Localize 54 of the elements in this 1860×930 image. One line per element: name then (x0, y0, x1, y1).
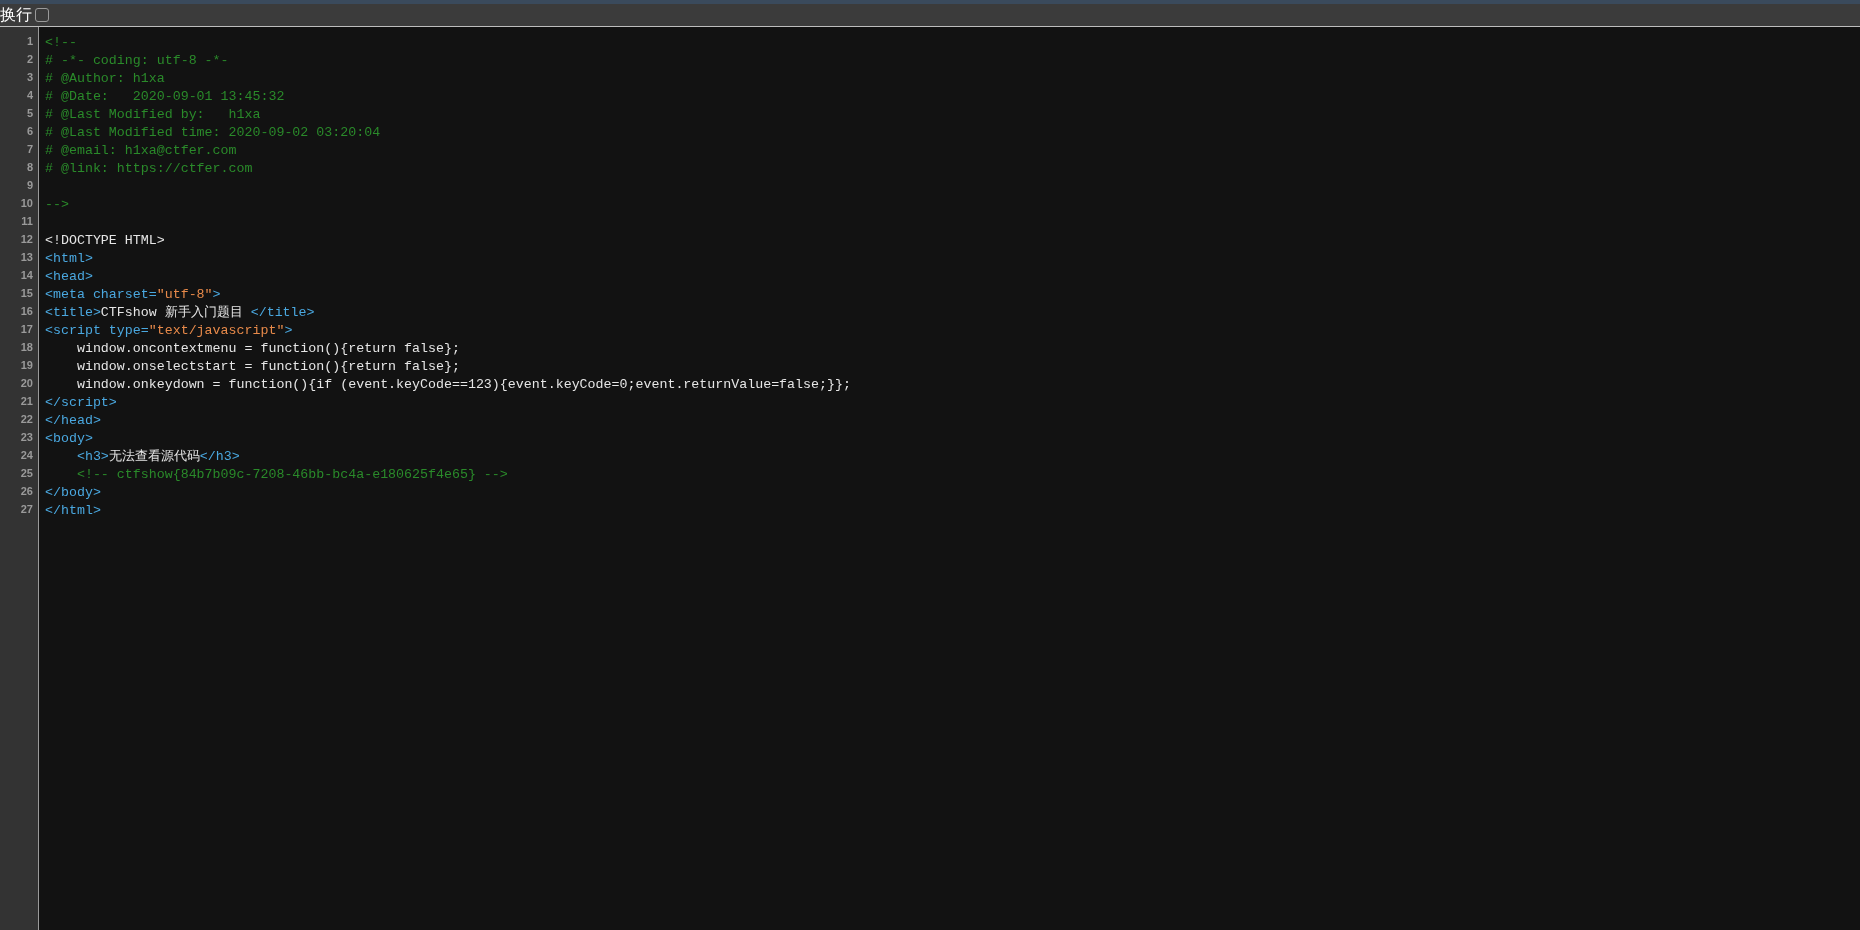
code-line: <body> (45, 431, 93, 446)
line-number: 27 (19, 502, 34, 517)
code-line: --> (45, 197, 69, 212)
code-line: </head> (45, 413, 101, 428)
code-line: # @link: https://ctfer.com (45, 161, 253, 176)
code-line: <html> (45, 251, 93, 266)
line-number: 5 (25, 106, 34, 121)
code-line: # @Date: 2020-09-01 13:45:32 (45, 89, 285, 104)
code-line: <h3>无法查看源代码</h3> (75, 449, 240, 464)
wrap-checkbox[interactable] (35, 8, 49, 22)
code-line: # @Last Modified time: 2020-09-02 03:20:04 (45, 125, 381, 140)
line-number: 24 (19, 448, 34, 463)
code-line: <!DOCTYPE HTML> (45, 233, 165, 248)
code-line: <title>CTFshow 新手入门题目 </title> (45, 305, 315, 320)
line-number: 25 (19, 466, 34, 481)
line-number: 2 (25, 52, 34, 67)
line-number: 9 (25, 178, 34, 193)
line-number: 19 (19, 358, 34, 373)
line-number: 22 (19, 412, 34, 427)
line-number: 23 (19, 430, 34, 445)
line-number: 14 (19, 268, 34, 283)
line-number: 17 (19, 322, 34, 337)
line-number: 26 (19, 484, 34, 499)
code-line: </html> (45, 503, 101, 518)
code-line: window.oncontextmenu = function(){return false}; (75, 341, 460, 356)
code-line: # @email: h1xa@ctfer.com (45, 143, 237, 158)
line-number: 7 (25, 142, 34, 157)
line-number: 18 (19, 340, 34, 355)
line-number: 12 (19, 232, 34, 247)
line-number: 11 (20, 214, 34, 229)
line-number: 1 (25, 34, 34, 49)
line-number: 6 (25, 124, 34, 139)
code-line: <!-- (45, 35, 77, 50)
line-number: 16 (19, 304, 34, 319)
line-number: 10 (19, 196, 34, 211)
code-line: <script type="text/javascript"> (45, 323, 293, 338)
code-line: </script> (45, 395, 117, 410)
code-line: # @Last Modified by: h1xa (45, 107, 261, 122)
line-number: 4 (25, 88, 34, 103)
wrap-label: 换行 (0, 7, 32, 23)
code-line: </body> (45, 485, 101, 500)
code-line: window.onselectstart = function(){return false}; (75, 359, 460, 374)
code-line: <meta charset="utf-8"> (45, 287, 221, 302)
code-line: window.onkeydown = function(){if (event.keyCode==123){event.keyCode=0;event.returnValue=false;}}; (75, 377, 851, 392)
code-line: # @Author: h1xa (45, 71, 165, 86)
line-number: 3 (25, 70, 34, 85)
line-number: 21 (19, 394, 34, 409)
line-number: 13 (19, 250, 34, 265)
code-line: <head> (45, 269, 93, 284)
code-line: # -*- coding: utf-8 -*- (45, 53, 229, 68)
code-line: <!-- ctfshow{84b7b09c-7208-46bb-bc4a-e180625f4e65} --> (75, 467, 508, 482)
line-number: 8 (25, 160, 34, 175)
line-number: 15 (19, 286, 34, 301)
line-number: 20 (19, 376, 34, 391)
